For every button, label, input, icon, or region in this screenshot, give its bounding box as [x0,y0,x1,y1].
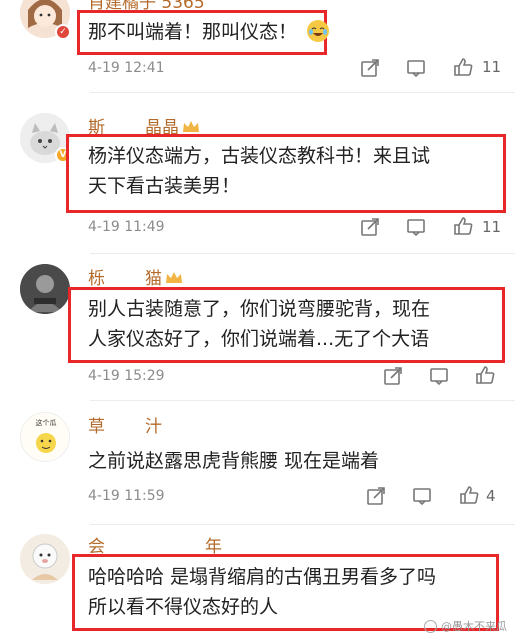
comment-text: 别人古装随意了，你们说弯腰驼背，现在 人家仪态好了，你们说端着...无了个大语 [88,294,430,354]
comment-3: 栎猫 别人古装随意了，你们说弯腰驼背，现在 人家仪态好了，你们说端着...无了个… [0,262,515,401]
watermark: @愚木不来瓜 [424,618,507,634]
comment-date: 4-19 11:49 [88,219,165,235]
like-icon[interactable] [452,56,474,78]
verified-badge-icon: ✓ [55,24,71,40]
like-icon[interactable] [458,484,480,506]
comment-text: 哈哈哈哈 是塌背缩肩的古偶丑男看多了吗 所以看不得仪态好的人 [88,562,436,622]
comment-text-line: 所以看不得仪态好的人 [88,596,279,618]
divider [90,253,515,254]
comment-icon[interactable] [405,57,427,79]
comment-text-line: 天下看古装美男！ [88,175,241,197]
comment-icon[interactable] [405,216,427,238]
comment-text-line: 之前说赵露思虎背熊腰 现在是端着 [88,450,380,472]
comment-4: 这个瓜 草汁 之前说赵露思虎背熊腰 现在是端着 4-19 11:59 4 [0,410,515,525]
comment-text: 那不叫端着！那叫仪态！ [88,17,330,47]
comment-text: 杨洋仪态端方，古装仪态教科书！来且试 天下看古装美男！ [88,141,430,201]
like-count: 11 [482,218,502,236]
like-count: 11 [482,58,502,76]
share-icon[interactable] [359,57,381,79]
comment-text: 之前说赵露思虎背熊腰 现在是端着 [88,446,379,476]
username-part: 栎 [88,269,105,289]
laughing-emoji-icon [307,20,330,42]
comment-icon[interactable] [428,365,450,387]
username[interactable]: 草汁 [88,412,162,437]
comment-date: 4-19 11:59 [88,488,165,504]
comment-icon[interactable] [411,485,433,507]
comment-text-line: 人家仪态好了，你们说端着...无了个大语 [88,328,430,350]
comment-text-line: 杨洋仪态端方，古装仪态教科书！来且试 [88,145,431,167]
like-count: 4 [486,487,496,505]
divider [90,524,515,525]
username-part: 汁 [145,417,162,437]
comment-date: 4-19 15:29 [88,368,165,384]
vip-crown-icon [165,270,183,284]
username[interactable]: 栎猫 [88,264,183,289]
watermark-text: @愚木不来瓜 [441,620,507,633]
avatar[interactable] [20,534,70,584]
share-icon[interactable] [359,216,381,238]
comment-text-line: 哈哈哈哈 是塌背缩肩的古偶丑男看多了吗 [88,566,437,588]
like-icon[interactable] [452,215,474,237]
avatar-caption: 这个瓜 [36,418,57,427]
like-icon[interactable] [474,364,496,386]
divider [90,92,515,93]
comment-text-line: 别人古装随意了，你们说弯腰驼背，现在 [88,298,431,320]
share-icon[interactable] [365,485,387,507]
watermark-logo-icon [424,619,437,633]
share-icon[interactable] [382,365,404,387]
divider [90,400,515,401]
comment-text-line: 那不叫端着！那叫仪态！ [88,21,298,43]
comment-2: V 斯晶晶 杨洋仪态端方，古装仪态教科书！来且试 天下看古装美男！ 4-19 1… [0,105,515,255]
username-part: 草 [88,417,105,437]
vip-crown-icon [182,119,200,133]
comment-1: ✓ 肖建橘子 5365 那不叫端着！那叫仪态！ 4-19 12:41 11 [0,0,515,93]
avatar[interactable] [20,264,70,314]
comment-date: 4-19 12:41 [88,60,165,76]
username-part: 猫 [145,269,162,289]
avatar[interactable]: 这个瓜 [20,412,70,462]
